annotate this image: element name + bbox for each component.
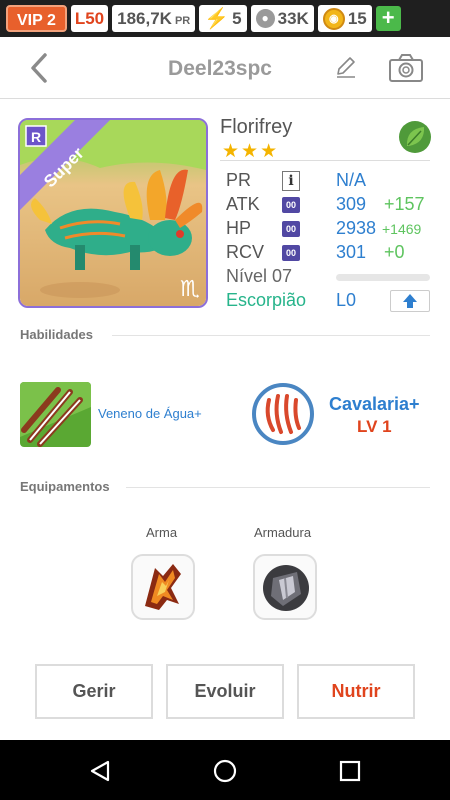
divider: [112, 335, 430, 336]
leaf-icon: [399, 121, 431, 153]
level-label: Nível 07: [226, 266, 293, 286]
stat-row-pr: PR i N/A: [226, 170, 436, 194]
stat-value: 301: [336, 242, 367, 262]
skills-heading: Habilidades: [20, 327, 93, 342]
stat-badge: 00: [282, 197, 300, 213]
stats-table: PR i N/A ATK 00 309 +157 HP 00 2938 +146…: [226, 170, 436, 314]
divider: [220, 160, 430, 161]
equipment-label-armor: Armadura: [254, 525, 312, 540]
info-icon[interactable]: i: [282, 171, 300, 191]
gold-value: 15: [347, 8, 367, 28]
zodiac-label: Escorpião: [226, 290, 307, 310]
claw-scratch-icon[interactable]: [251, 382, 315, 446]
nav-back-icon[interactable]: [88, 759, 112, 783]
vip-badge[interactable]: VIP 2: [6, 5, 67, 32]
energy-value: 5: [232, 8, 242, 28]
armor-slot[interactable]: [253, 554, 317, 620]
skill-name[interactable]: Veneno de Água+: [98, 406, 202, 421]
level-row: Nível 07: [226, 266, 436, 290]
zodiac-upgrade-button[interactable]: [390, 290, 430, 312]
camera-icon[interactable]: [388, 53, 424, 83]
food-indicator[interactable]: ● 33K: [250, 5, 314, 32]
equipment-heading: Equipamentos: [20, 479, 110, 494]
skill-venom-icon[interactable]: [20, 382, 91, 447]
monster-name: Florifrey: [220, 116, 293, 138]
manage-button[interactable]: Gerir: [35, 664, 153, 719]
paw-icon: ●: [255, 9, 275, 28]
divider: [126, 487, 430, 488]
scorpio-icon: ♏: [180, 277, 200, 302]
power-unit: PR: [174, 15, 191, 27]
app-header: Deel23spc: [0, 37, 450, 99]
zodiac-row: Escorpião L0: [226, 290, 436, 314]
stat-row-hp: HP 00 2938 +1469: [226, 218, 436, 242]
stat-value: 2938: [336, 218, 377, 238]
feed-button[interactable]: Nutrir: [297, 664, 415, 719]
stat-row-rcv: RCV 00 301 +0: [226, 242, 436, 266]
equipment-label-weapon: Arma: [146, 525, 178, 540]
stat-value: 309: [336, 194, 367, 214]
bolt-icon: ⚡: [204, 8, 230, 30]
evolve-button[interactable]: Evoluir: [166, 664, 284, 719]
monster-portrait[interactable]: Super R ♏: [18, 118, 208, 308]
stat-bonus: +157: [384, 194, 425, 214]
pencil-icon[interactable]: [335, 55, 357, 79]
gold-indicator[interactable]: ◉ 15: [317, 5, 372, 32]
page-title: Deel23spc: [168, 57, 272, 80]
stat-value: N/A: [336, 170, 367, 190]
stat-row-atk: ATK 00 309 +157: [226, 194, 436, 218]
stat-label: RCV: [226, 242, 265, 262]
stat-bonus: +1469: [382, 221, 422, 237]
nav-home-icon[interactable]: [212, 758, 238, 784]
skill-name[interactable]: Cavalaria+: [329, 394, 420, 415]
system-nav-bar: [0, 740, 450, 800]
power-value: 186,7K: [117, 9, 172, 28]
power-indicator: 186,7K PR: [112, 5, 196, 32]
level-progress-bar: [336, 274, 430, 281]
zodiac-level: L0: [336, 290, 357, 310]
stat-badge: 00: [282, 245, 300, 261]
coin-icon: ◉: [322, 7, 345, 30]
add-gold-button[interactable]: +: [375, 6, 401, 31]
nav-recents-icon[interactable]: [339, 760, 361, 782]
stat-bonus: +0: [384, 242, 405, 262]
rarity-badge: R: [31, 129, 41, 145]
skill-level: LV 1: [357, 417, 392, 436]
energy-indicator[interactable]: ⚡ 5: [199, 5, 247, 32]
weapon-slot[interactable]: [131, 554, 195, 620]
stat-label: PR: [226, 170, 252, 190]
stat-label: ATK: [226, 194, 260, 214]
player-level: L50: [70, 5, 109, 32]
armor-icon: [263, 565, 309, 611]
stat-label: HP: [226, 218, 252, 238]
up-arrow-icon: [403, 294, 417, 308]
stat-badge: 00: [282, 221, 300, 237]
weapon-icon: [145, 564, 181, 610]
status-bar: VIP 2 L50 186,7K PR ⚡ 5 ● 33K ◉ 15 +: [0, 0, 450, 37]
food-value: 33K: [277, 8, 309, 28]
